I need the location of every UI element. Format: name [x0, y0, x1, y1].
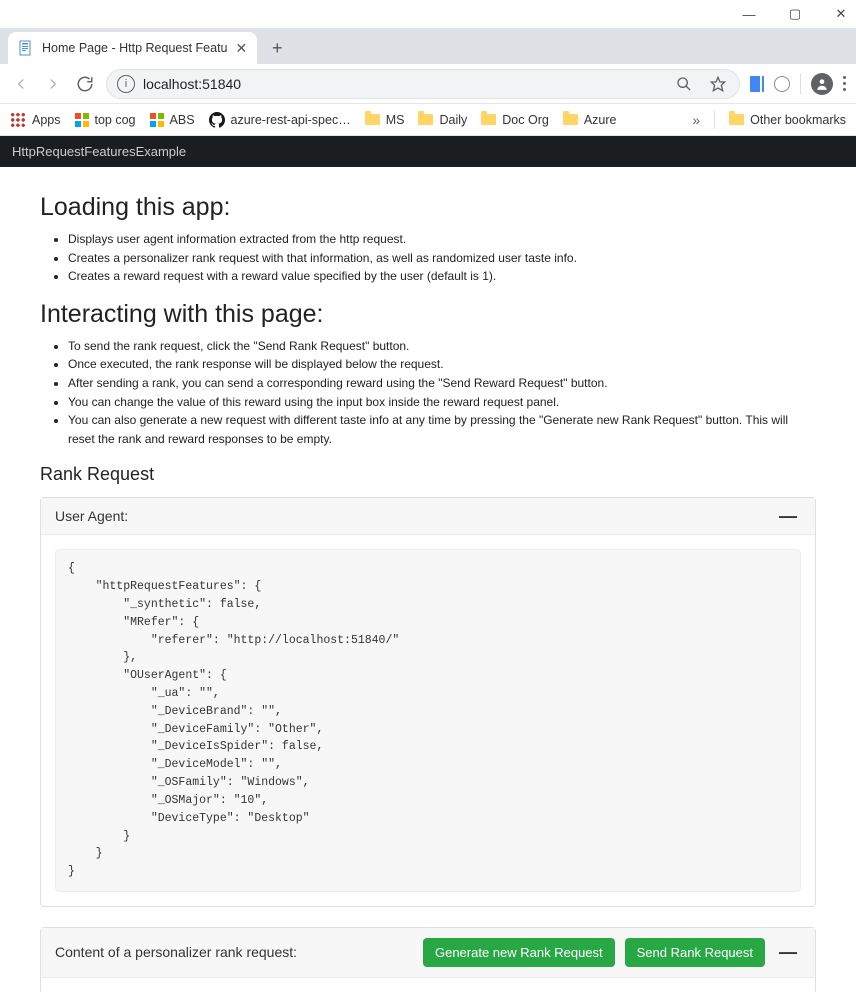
user-agent-json: { "httpRequestFeatures": { "_synthetic":… — [55, 549, 801, 892]
bookmark-folder-daily[interactable]: Daily — [418, 113, 467, 127]
collapse-toggle-button[interactable]: — — [775, 511, 801, 521]
bookmark-label: ABS — [170, 113, 195, 127]
reader-icon[interactable] — [750, 76, 764, 92]
page-viewport[interactable]: HttpRequestFeaturesExample Loading this … — [0, 136, 856, 992]
address-bar[interactable]: i localhost:51840 — [106, 69, 740, 99]
star-icon[interactable] — [707, 73, 729, 95]
zoom-icon[interactable] — [673, 73, 695, 95]
tab-strip: Home Page - Http Request Featu ✕ + — [0, 28, 856, 64]
apps-label: Apps — [32, 113, 61, 127]
heading-interacting: Interacting with this page: — [40, 300, 816, 329]
list-item: Creates a personalizer rank request with… — [68, 249, 816, 268]
bookmark-overflow-button[interactable]: » — [692, 112, 700, 128]
tab-favicon-icon — [18, 40, 34, 56]
window-minimize-button[interactable]: — — [740, 7, 758, 22]
profile-avatar-button[interactable] — [811, 73, 833, 95]
extension-icon[interactable] — [774, 76, 790, 92]
card-title: Content of a personalizer rank request: — [55, 944, 297, 960]
other-bookmarks-folder[interactable]: Other bookmarks — [729, 113, 846, 127]
window-close-button[interactable]: ✕ — [832, 6, 850, 22]
bookmark-label: MS — [386, 113, 405, 127]
window-titlebar: — ▢ ✕ — [0, 0, 856, 28]
bookmark-label: Doc Org — [502, 113, 549, 127]
list-item: Displays user agent information extracte… — [68, 230, 816, 249]
tab-close-button[interactable]: ✕ — [228, 40, 248, 57]
folder-icon — [418, 114, 433, 125]
heading-rank-request: Rank Request — [40, 464, 816, 485]
tab-title: Home Page - Http Request Featu — [42, 41, 228, 55]
user-agent-card: User Agent: — { "httpRequestFeatures": {… — [40, 497, 816, 907]
bookmark-folder-ms[interactable]: MS — [365, 113, 405, 127]
list-item: You can also generate a new request with… — [68, 411, 816, 448]
folder-icon — [563, 114, 578, 125]
browser-menu-button[interactable] — [843, 76, 846, 91]
folder-icon — [365, 114, 380, 125]
bookmark-abs[interactable]: ABS — [150, 113, 195, 127]
apps-shortcut[interactable]: Apps — [10, 112, 61, 128]
reload-button[interactable] — [74, 73, 96, 95]
bookmarks-bar: Apps top cog ABS azure-rest-api-spec… MS… — [0, 104, 856, 136]
bookmark-label: top cog — [95, 113, 136, 127]
card-header: User Agent: — — [41, 498, 815, 535]
card-body: { "httpRequestFeatures": { "_synthetic":… — [41, 535, 815, 906]
send-rank-request-button[interactable]: Send Rank Request — [625, 938, 765, 967]
bookmark-label: Daily — [439, 113, 467, 127]
list-item: To send the rank request, click the "Sen… — [68, 337, 816, 356]
interacting-list: To send the rank request, click the "Sen… — [40, 337, 816, 449]
bookmark-label: Other bookmarks — [750, 113, 846, 127]
bookmark-folder-docorg[interactable]: Doc Org — [481, 113, 549, 127]
url-text: localhost:51840 — [143, 76, 241, 92]
apps-grid-icon — [10, 112, 26, 128]
bookmark-topcog[interactable]: top cog — [75, 113, 136, 127]
collapse-toggle-button[interactable]: — — [775, 947, 801, 957]
forward-button[interactable] — [42, 73, 64, 95]
site-info-icon[interactable]: i — [117, 75, 135, 93]
bookmark-bar-separator — [714, 111, 715, 129]
page-content: Loading this app: Displays user agent in… — [0, 167, 856, 992]
new-tab-button[interactable]: + — [263, 34, 291, 62]
microsoft-icon — [75, 113, 89, 127]
toolbar-separator — [800, 74, 801, 94]
rank-request-card: Content of a personalizer rank request: … — [40, 927, 816, 992]
generate-rank-request-button[interactable]: Generate new Rank Request — [423, 938, 615, 967]
bookmark-folder-azure[interactable]: Azure — [563, 113, 617, 127]
list-item: You can change the value of this reward … — [68, 393, 816, 412]
browser-tab-active[interactable]: Home Page - Http Request Featu ✕ — [8, 32, 257, 64]
bookmark-label: Azure — [584, 113, 617, 127]
folder-icon — [729, 114, 744, 125]
loading-list: Displays user agent information extracte… — [40, 230, 816, 286]
card-title: User Agent: — [55, 508, 128, 524]
app-title[interactable]: HttpRequestFeaturesExample — [12, 144, 186, 159]
toolbar-row: i localhost:51840 — [0, 64, 856, 104]
folder-icon — [481, 114, 496, 125]
list-item: Once executed, the rank response will be… — [68, 355, 816, 374]
bookmark-label: azure-rest-api-spec… — [231, 113, 351, 127]
app-navbar: HttpRequestFeaturesExample — [0, 136, 856, 167]
list-item: Creates a reward request with a reward v… — [68, 267, 816, 286]
bookmark-azure-rest[interactable]: azure-rest-api-spec… — [209, 112, 351, 128]
back-button[interactable] — [10, 73, 32, 95]
card-header: Content of a personalizer rank request: … — [41, 928, 815, 978]
window-maximize-button[interactable]: ▢ — [786, 6, 804, 22]
microsoft-icon — [150, 113, 164, 127]
heading-loading-app: Loading this app: — [40, 193, 816, 222]
card-body: { "contextFeatures": [ { "time": "night"… — [41, 978, 815, 992]
github-icon — [209, 112, 225, 128]
list-item: After sending a rank, you can send a cor… — [68, 374, 816, 393]
